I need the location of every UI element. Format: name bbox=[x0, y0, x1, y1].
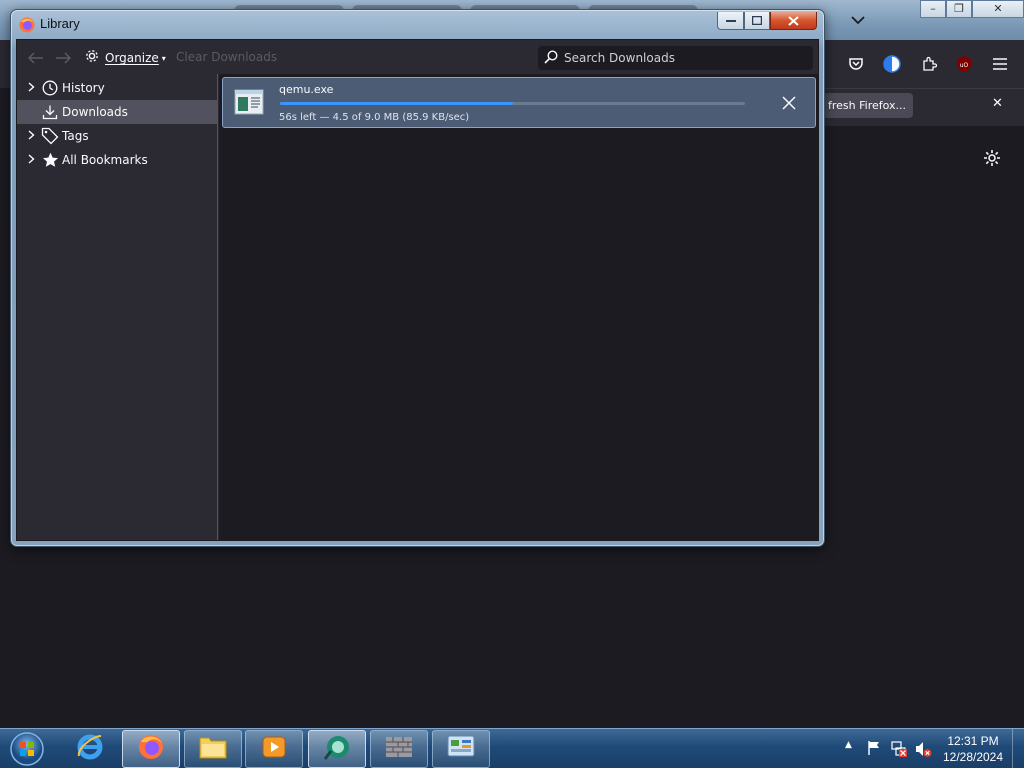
search-box[interactable] bbox=[538, 46, 813, 70]
firefox-icon bbox=[137, 733, 165, 765]
extensions-puzzle-icon[interactable] bbox=[918, 53, 940, 75]
window-title: Library bbox=[40, 16, 80, 31]
internet-explorer-icon bbox=[75, 732, 105, 766]
pocket-icon[interactable] bbox=[845, 53, 867, 75]
taskbar-firefox[interactable] bbox=[122, 730, 180, 768]
ublock-origin-icon[interactable]: uO bbox=[953, 53, 975, 75]
organize-label: Organize bbox=[105, 51, 159, 65]
star-icon bbox=[41, 151, 59, 169]
folder-icon bbox=[198, 734, 228, 764]
background-close-button[interactable]: ✕ bbox=[972, 0, 1024, 18]
newtab-settings-gear-icon[interactable] bbox=[983, 149, 1003, 169]
volume-muted-icon[interactable] bbox=[914, 740, 932, 758]
media-player-icon bbox=[261, 734, 287, 764]
close-button[interactable] bbox=[770, 12, 817, 30]
library-toolbar: Organize ▾ Clear Downloads bbox=[17, 40, 818, 74]
download-filename: qemu.exe bbox=[279, 83, 334, 96]
clock-date: 12/28/2024 bbox=[942, 750, 1004, 764]
control-panel-icon bbox=[446, 734, 476, 764]
library-sidebar: History Downloads Tags All Bookmarks bbox=[17, 74, 218, 540]
search-downloads-input[interactable] bbox=[564, 51, 804, 65]
gear-icon bbox=[84, 48, 100, 68]
app-menu-hamburger-icon[interactable] bbox=[989, 53, 1011, 75]
chevron-down-icon: ▾ bbox=[161, 53, 166, 63]
minimize-button[interactable] bbox=[717, 12, 744, 30]
sidebar-item-label: Tags bbox=[62, 129, 89, 143]
show-desktop-button[interactable] bbox=[1012, 729, 1024, 768]
taskbar-control-panel[interactable] bbox=[432, 730, 490, 768]
windows-taskbar: ▲ 12:31 PM 12/28/2024 bbox=[0, 728, 1024, 768]
tab-list-chevron-down-icon[interactable] bbox=[848, 10, 868, 30]
taskbar-firewall-app[interactable] bbox=[370, 730, 428, 768]
network-disconnected-icon[interactable] bbox=[890, 740, 908, 758]
search-icon bbox=[544, 49, 558, 68]
sidebar-item-history[interactable]: History bbox=[17, 76, 217, 100]
action-center-flag-icon[interactable] bbox=[866, 740, 884, 758]
taskbar-internet-explorer[interactable] bbox=[61, 730, 119, 768]
taskbar-file-explorer[interactable] bbox=[184, 730, 242, 768]
svg-text:uO: uO bbox=[960, 62, 969, 69]
expand-chevron-right-icon[interactable] bbox=[25, 153, 37, 167]
download-progress-bar bbox=[280, 102, 745, 105]
library-window: Library Organize ▾ Clear Downloads Searc… bbox=[10, 9, 825, 547]
sidebar-item-all-bookmarks[interactable]: All Bookmarks bbox=[17, 148, 217, 172]
brick-wall-icon bbox=[385, 735, 413, 763]
start-orb-button[interactable] bbox=[6, 730, 48, 768]
notification-close-icon[interactable]: ✕ bbox=[992, 96, 1003, 111]
sidebar-item-label: All Bookmarks bbox=[62, 153, 148, 167]
back-arrow-icon[interactable] bbox=[26, 48, 46, 68]
forward-arrow-icon[interactable] bbox=[53, 48, 73, 68]
taskbar-green-app[interactable] bbox=[308, 730, 366, 768]
expand-chevron-right-icon[interactable] bbox=[25, 129, 37, 143]
sidebar-item-label: Downloads bbox=[62, 105, 128, 119]
tag-icon bbox=[41, 127, 59, 145]
sidebar-item-label: History bbox=[62, 81, 105, 95]
download-icon bbox=[41, 103, 59, 121]
download-progress-fill bbox=[280, 102, 513, 105]
sidebar-item-downloads[interactable]: Downloads bbox=[17, 100, 217, 124]
clock-time: 12:31 PM bbox=[947, 734, 999, 748]
background-maximize-button[interactable]: ❐ bbox=[946, 0, 972, 18]
expand-chevron-right-icon[interactable] bbox=[25, 81, 37, 95]
downloads-list: qemu.exe 56s left — 4.5 of 9.0 MB (85.9 … bbox=[219, 74, 818, 540]
download-item[interactable]: qemu.exe 56s left — 4.5 of 9.0 MB (85.9 … bbox=[222, 77, 816, 128]
organize-menu-button[interactable]: Organize ▾ bbox=[84, 48, 166, 68]
cancel-download-close-icon[interactable] bbox=[778, 92, 800, 114]
contrast-extension-icon[interactable] bbox=[881, 53, 903, 75]
firefox-logo-icon bbox=[19, 17, 35, 33]
library-content: Organize ▾ Clear Downloads History bbox=[16, 39, 819, 541]
sidebar-item-tags[interactable]: Tags bbox=[17, 124, 217, 148]
download-status: 56s left — 4.5 of 9.0 MB (85.9 KB/sec) bbox=[279, 112, 470, 123]
green-app-icon bbox=[322, 733, 352, 765]
taskbar-clock[interactable]: 12:31 PM 12/28/2024 bbox=[940, 733, 1006, 765]
taskbar-media-player[interactable] bbox=[245, 730, 303, 768]
clock-icon bbox=[41, 79, 59, 97]
background-minimize-button[interactable]: – bbox=[920, 0, 946, 18]
refresh-firefox-button[interactable]: fresh Firefox... bbox=[822, 93, 913, 118]
executable-file-icon bbox=[234, 89, 264, 115]
maximize-button[interactable] bbox=[744, 12, 770, 30]
show-hidden-icons-arrow[interactable]: ▲ bbox=[845, 740, 852, 750]
clear-downloads-button[interactable]: Clear Downloads bbox=[176, 50, 277, 64]
